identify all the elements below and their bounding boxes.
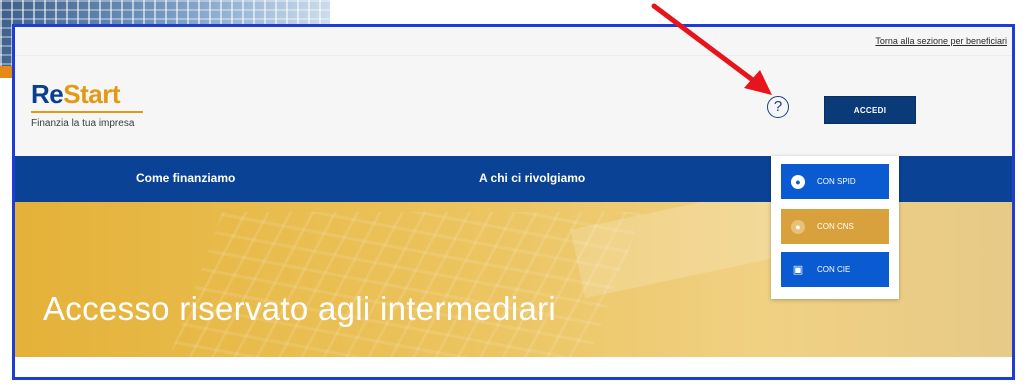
restart-logo[interactable]: ReStart Finanzia la tua impresa [31, 81, 143, 129]
page-title: Accesso riservato agli intermediari [43, 290, 557, 328]
login-option-label: CON SPID [817, 177, 856, 186]
login-option-cns[interactable]: ● CON CNS [781, 209, 889, 244]
login-option-spid[interactable]: ● CON SPID [781, 164, 889, 199]
cns-icon: ● [791, 219, 805, 234]
login-option-label: CON CIE [817, 265, 851, 274]
login-option-cie[interactable]: ▣ CON CIE [781, 252, 889, 287]
login-option-label: CON CNS [817, 222, 854, 231]
screenshot-frame: Torna alla sezione per beneficiari ReSta… [12, 24, 1015, 380]
content-area [15, 357, 1012, 377]
logo-underline [31, 111, 143, 113]
spid-icon: ● [791, 174, 805, 189]
logo-tagline: Finanzia la tua impresa [31, 118, 135, 129]
nav-item-a-chi-ci-rivolgiamo[interactable]: A chi ci rivolgiamo [479, 171, 585, 185]
cie-icon: ▣ [792, 264, 804, 276]
annotation-arrow-icon [651, 3, 772, 95]
nav-item-come-finanziamo[interactable]: Come finanziamo [136, 171, 235, 185]
top-utility-bar: Torna alla sezione per beneficiari [15, 27, 1012, 55]
login-button[interactable]: ACCEDI [824, 96, 916, 124]
back-to-beneficiaries-link[interactable]: Torna alla sezione per beneficiari [875, 36, 1007, 46]
logo-wordmark: ReStart [31, 79, 120, 109]
login-dropdown-menu: ● CON SPID ● CON CNS ▣ CON CIE [771, 156, 899, 299]
site-header: ReStart Finanzia la tua impresa ? ACCEDI [15, 55, 1012, 156]
